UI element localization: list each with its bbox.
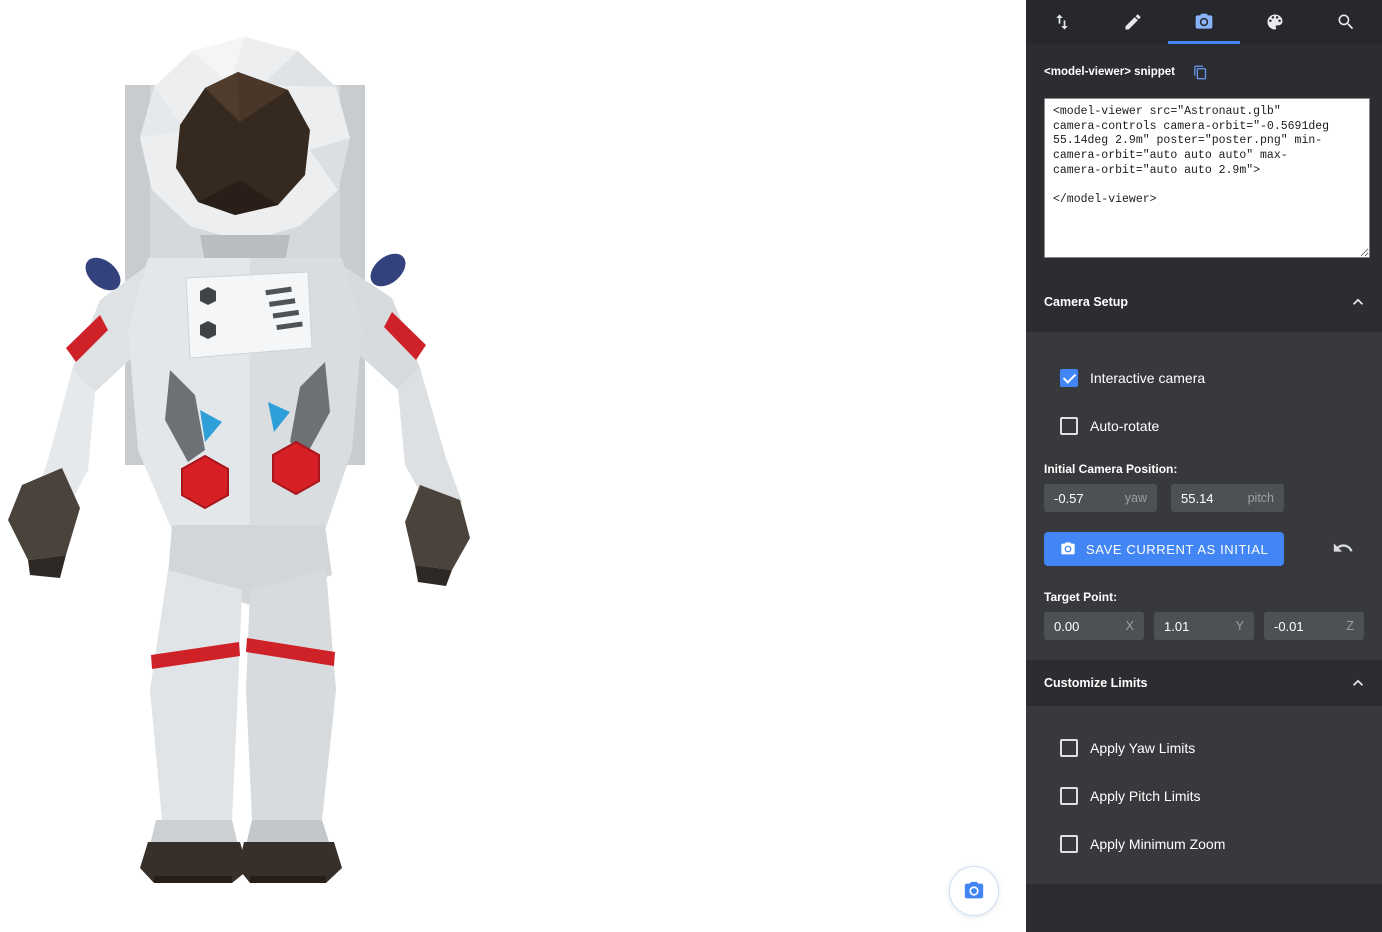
apply-minimum-zoom-checkbox[interactable] xyxy=(1060,835,1078,853)
palette-icon xyxy=(1265,12,1285,32)
undo-icon xyxy=(1332,537,1354,559)
panel-filler xyxy=(1026,884,1382,932)
apply-pitch-limits-label: Apply Pitch Limits xyxy=(1090,788,1200,804)
apply-pitch-limits-checkbox[interactable] xyxy=(1060,787,1078,805)
customize-limits-body: Apply Yaw Limits Apply Pitch Limits Appl… xyxy=(1026,706,1382,884)
auto-rotate-label: Auto-rotate xyxy=(1090,418,1159,434)
target-z-field: Z xyxy=(1264,612,1364,640)
chevron-up-icon xyxy=(1348,292,1368,312)
initial-camera-position-label: Initial Camera Position: xyxy=(1044,462,1364,476)
undo-button[interactable] xyxy=(1332,537,1356,561)
snippet-label: <model-viewer> snippet xyxy=(1044,66,1175,78)
apply-pitch-limits-row[interactable]: Apply Pitch Limits xyxy=(1044,772,1364,820)
swap-vertical-icon xyxy=(1052,12,1072,32)
interactive-camera-checkbox[interactable] xyxy=(1060,369,1078,387)
search-icon xyxy=(1336,12,1356,32)
apply-minimum-zoom-label: Apply Minimum Zoom xyxy=(1090,836,1225,852)
pitch-suffix: pitch xyxy=(1248,491,1274,505)
camera-setup-header[interactable]: Camera Setup xyxy=(1026,272,1382,332)
tab-camera[interactable] xyxy=(1168,0,1239,44)
target-y-input[interactable] xyxy=(1164,619,1230,634)
target-x-suffix: X xyxy=(1126,619,1134,633)
target-z-input[interactable] xyxy=(1274,619,1340,634)
tab-import-export[interactable] xyxy=(1026,0,1097,44)
screenshot-fab[interactable] xyxy=(949,866,999,916)
yaw-field: yaw xyxy=(1044,484,1157,512)
target-y-suffix: Y xyxy=(1236,619,1244,633)
target-point-label: Target Point: xyxy=(1044,590,1364,604)
target-z-suffix: Z xyxy=(1346,619,1354,633)
pitch-field: pitch xyxy=(1171,484,1284,512)
edit-icon xyxy=(1123,12,1143,32)
apply-yaw-limits-row[interactable]: Apply Yaw Limits xyxy=(1044,724,1364,772)
apply-yaw-limits-checkbox[interactable] xyxy=(1060,739,1078,757)
customize-limits-title: Customize Limits xyxy=(1044,676,1148,690)
chevron-up-icon xyxy=(1348,673,1368,693)
target-x-input[interactable] xyxy=(1054,619,1120,634)
camera-setup-title: Camera Setup xyxy=(1044,295,1128,309)
camera-setup-body: Interactive camera Auto-rotate Initial C… xyxy=(1026,332,1382,660)
save-current-as-initial-button[interactable]: SAVE CURRENT AS INITIAL xyxy=(1044,532,1284,566)
save-button-label: SAVE CURRENT AS INITIAL xyxy=(1086,542,1268,557)
target-x-field: X xyxy=(1044,612,1144,640)
snippet-textarea[interactable]: <model-viewer src="Astronaut.glb" camera… xyxy=(1044,98,1370,258)
astronaut-model[interactable] xyxy=(0,30,500,890)
panel-toolbar xyxy=(1026,0,1382,44)
pitch-input[interactable] xyxy=(1181,491,1242,506)
copy-icon xyxy=(1193,65,1208,80)
copy-snippet-button[interactable] xyxy=(1193,63,1211,81)
yaw-suffix: yaw xyxy=(1125,491,1147,505)
tab-inspector[interactable] xyxy=(1311,0,1382,44)
camera-icon xyxy=(1060,541,1076,557)
target-y-field: Y xyxy=(1154,612,1254,640)
model-viewport[interactable] xyxy=(0,0,1026,932)
camera-icon xyxy=(1194,12,1214,32)
yaw-input[interactable] xyxy=(1054,491,1119,506)
tab-edit[interactable] xyxy=(1097,0,1168,44)
camera-icon xyxy=(963,880,985,902)
customize-limits-header[interactable]: Customize Limits xyxy=(1026,660,1382,706)
interactive-camera-label: Interactive camera xyxy=(1090,370,1205,386)
apply-yaw-limits-label: Apply Yaw Limits xyxy=(1090,740,1195,756)
auto-rotate-row[interactable]: Auto-rotate xyxy=(1044,402,1364,450)
editor-side-panel: <model-viewer> snippet <model-viewer src… xyxy=(1026,0,1382,932)
tab-materials[interactable] xyxy=(1240,0,1311,44)
apply-minimum-zoom-row[interactable]: Apply Minimum Zoom xyxy=(1044,820,1364,868)
auto-rotate-checkbox[interactable] xyxy=(1060,417,1078,435)
interactive-camera-row[interactable]: Interactive camera xyxy=(1044,354,1364,402)
model-viewer-editor: <model-viewer> snippet <model-viewer src… xyxy=(0,0,1382,932)
